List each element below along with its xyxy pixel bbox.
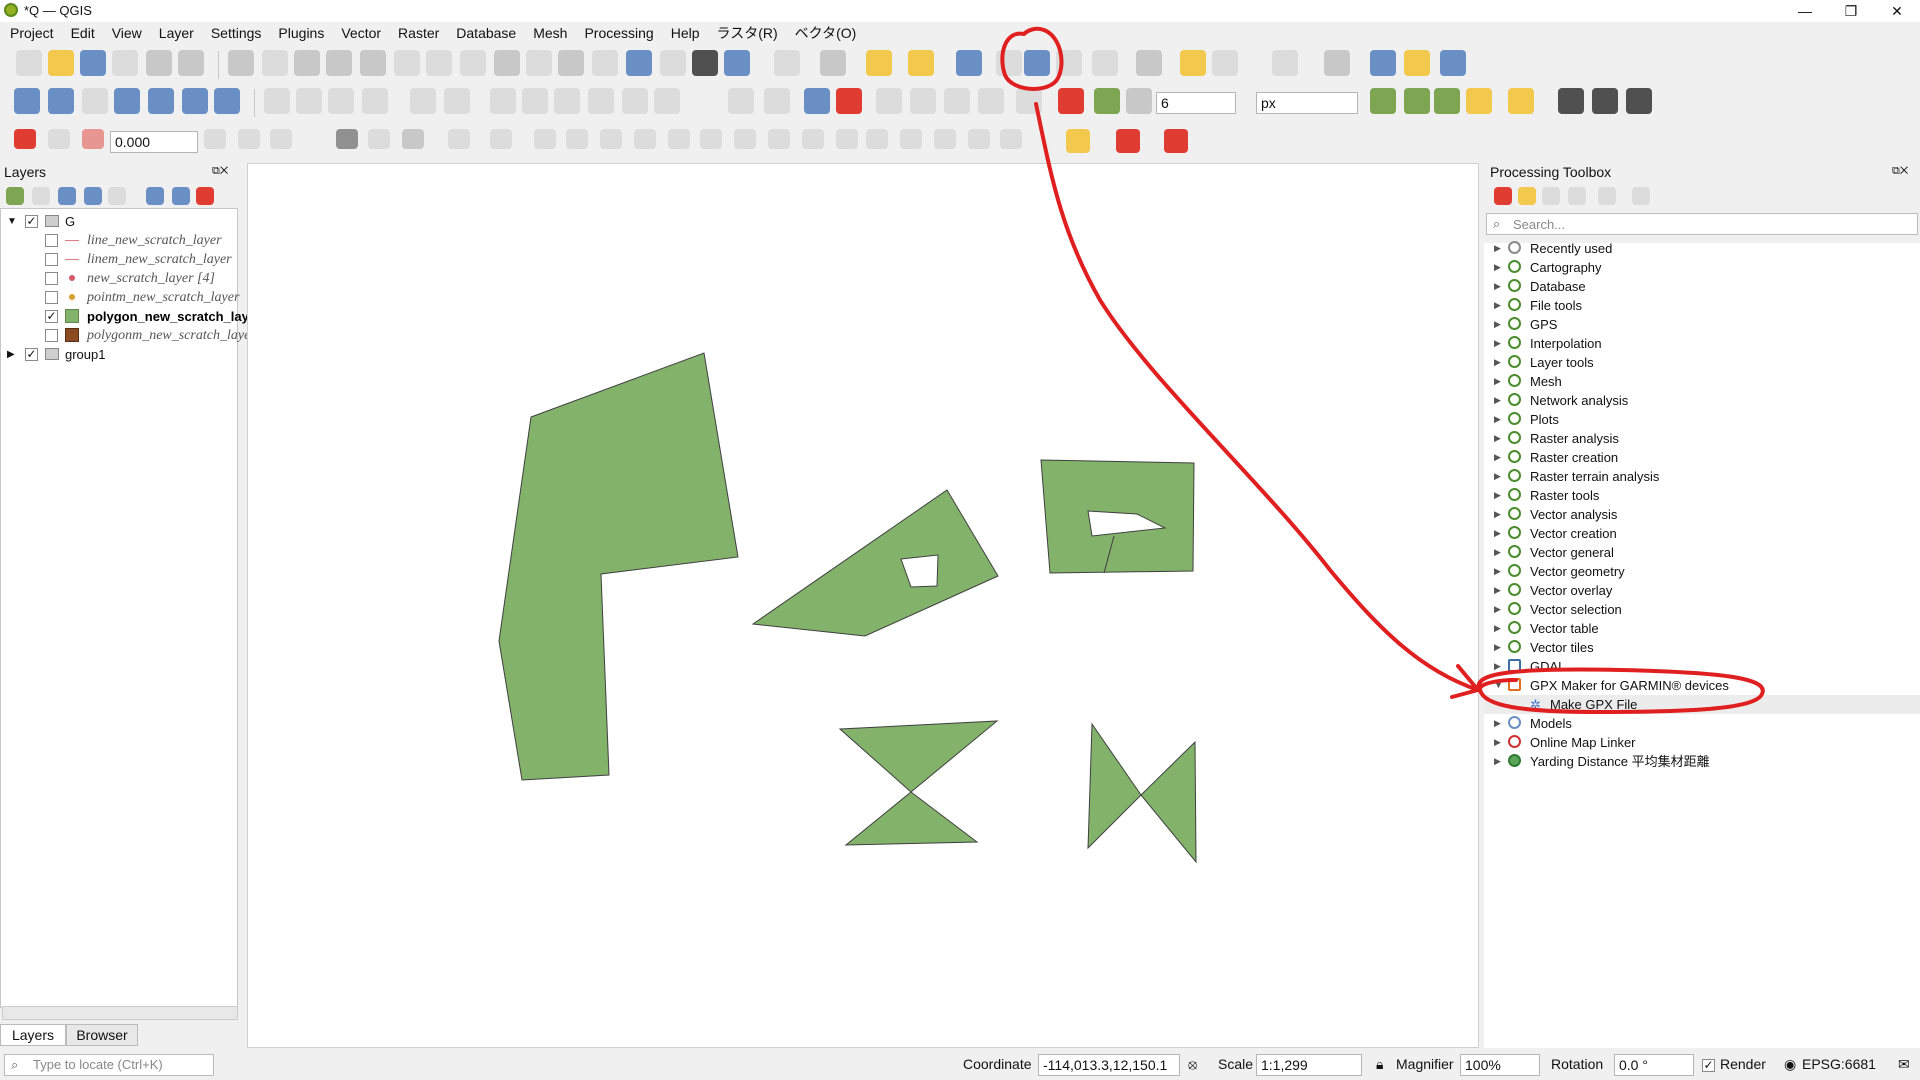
locator-input[interactable]: Type to locate (Ctrl+K) [33,1057,163,1072]
crs-label[interactable]: EPSG:6681 [1802,1056,1876,1072]
scale-label: Scale [1218,1056,1254,1072]
render-label: Render [1720,1056,1766,1072]
magnifier-label: Magnifier [1396,1056,1454,1072]
annotation-arrow-line [1034,102,1480,692]
status-bar: ⌕ Type to locate (Ctrl+K) Coordinate -11… [0,1050,1920,1080]
coordinate-field[interactable]: -114,013.3,12,150.1 [1038,1054,1180,1076]
crs-globe-icon[interactable]: ◉ [1784,1056,1796,1073]
locator-box[interactable]: ⌕ Type to locate (Ctrl+K) [4,1054,214,1076]
magnifier-field[interactable]: 100% [1460,1054,1540,1076]
messages-icon[interactable]: ✉ [1898,1056,1910,1073]
lock-icon[interactable]: 🔒︎ [1376,1056,1383,1073]
rotation-field[interactable]: 0.0 ° [1614,1054,1694,1076]
render-checkbox[interactable]: ✓ [1702,1059,1715,1072]
scale-field[interactable]: 1:1,299 [1256,1054,1362,1076]
annotation-overlay [1000,26,1765,715]
coordinate-label: Coordinate [963,1056,1032,1072]
coordinate-toggle-icon[interactable]: ⦻ [1188,1056,1197,1073]
annotation-ellipse-gpx [1476,667,1765,715]
annotation-circle-gear [1000,26,1064,91]
search-icon: ⌕ [11,1057,19,1072]
rotation-label: Rotation [1551,1056,1604,1072]
